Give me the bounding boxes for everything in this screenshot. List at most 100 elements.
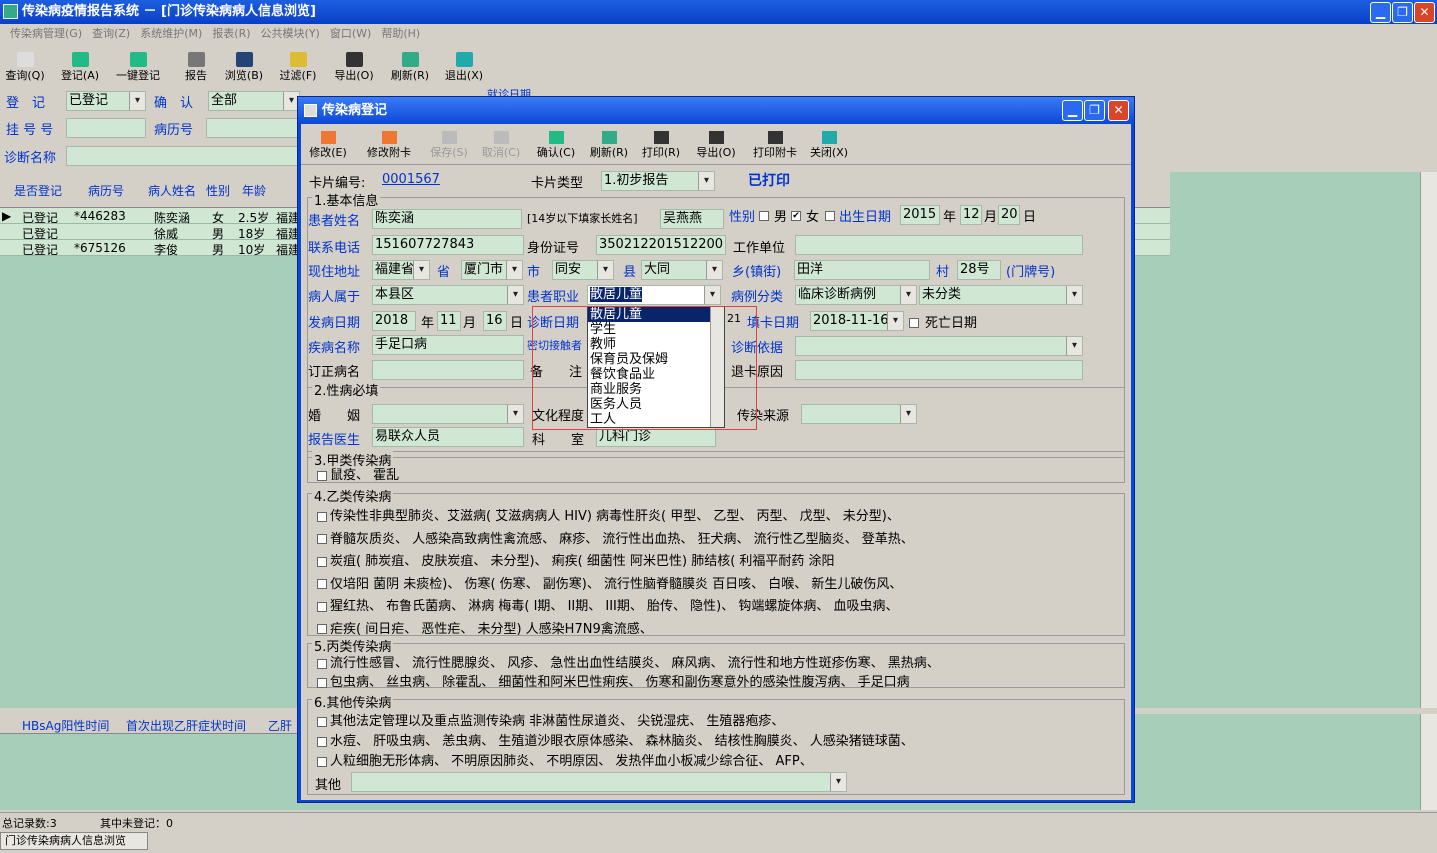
reg-select[interactable]: 已登记 xyxy=(66,91,146,111)
zhenduan-input[interactable] xyxy=(66,146,300,166)
source-select[interactable] xyxy=(801,404,917,424)
toolbar-button-2[interactable]: 一键登记 xyxy=(108,50,168,86)
menu-item[interactable]: 传染病管理(G) xyxy=(10,27,82,40)
menu-item[interactable]: 公共模块(Y) xyxy=(261,27,320,40)
checkbox[interactable] xyxy=(317,716,327,727)
checkbox[interactable] xyxy=(317,534,327,544)
female-checkbox[interactable]: ✔ xyxy=(791,208,804,222)
window-tab[interactable]: 门诊传染病病人信息浏览 xyxy=(0,832,148,850)
grid-header-cell[interactable]: 是否登记 xyxy=(14,182,62,199)
marry-select[interactable] xyxy=(372,404,524,424)
name-input[interactable]: 陈奕涵 xyxy=(372,209,522,229)
confirm-select[interactable]: 全部 xyxy=(208,91,300,111)
check-icon xyxy=(548,131,564,144)
checkbox[interactable] xyxy=(317,601,327,612)
hao-input[interactable] xyxy=(66,118,146,138)
section-std-title: 2.性病必填 xyxy=(312,380,381,399)
city-select[interactable]: 厦门市 xyxy=(461,260,523,280)
birth-month[interactable]: 12 xyxy=(960,205,982,225)
grid-header-cell[interactable]: 年龄 xyxy=(242,182,266,199)
lower-grid-header-cell[interactable]: 乙肝 xyxy=(268,717,292,734)
checkbox[interactable] xyxy=(317,579,327,589)
onset-day[interactable]: 16 xyxy=(483,311,507,331)
lower-grid-header-cell[interactable]: 首次出现乙肝症状时间 xyxy=(126,717,246,734)
dialog-toolbar-button-6[interactable]: 打印(R) xyxy=(637,130,685,164)
checkbox[interactable] xyxy=(317,658,327,669)
county-select[interactable]: 同安 xyxy=(552,260,614,280)
grid-header-cell[interactable]: 病人姓名 xyxy=(148,182,196,199)
revise-input[interactable] xyxy=(372,360,524,380)
toolbar-button-0[interactable]: 查询(Q) xyxy=(0,50,50,86)
basis-select[interactable] xyxy=(795,336,1083,356)
minimize-button[interactable]: ▁ xyxy=(1370,2,1391,23)
checkbox[interactable] xyxy=(317,736,327,747)
checkbox[interactable] xyxy=(317,624,327,634)
toolbar-button-8[interactable]: 退出(X) xyxy=(440,50,488,86)
dialog-toolbar-button-1[interactable]: 修改附卡 xyxy=(357,130,421,164)
province-select[interactable]: 福建省 xyxy=(372,260,430,280)
dialog-maximize-button[interactable]: ❐ xyxy=(1084,100,1105,121)
card-type-select[interactable]: 1.初步报告 xyxy=(601,171,715,191)
dialog-toolbar-button-5[interactable]: 刷新(R) xyxy=(585,130,633,164)
dialog-toolbar-button-4[interactable]: 确认(C) xyxy=(531,130,581,164)
menu-item[interactable]: 帮助(H) xyxy=(381,27,420,40)
dialog-toolbar-button-2[interactable]: 保存(S) xyxy=(425,130,473,164)
phone-input[interactable]: 151607727843 xyxy=(372,235,524,255)
bingli-input[interactable] xyxy=(206,118,300,138)
dialog-icon xyxy=(304,104,317,117)
job-select[interactable]: 散居儿童 xyxy=(587,285,721,305)
menu-item[interactable]: 查询(Z) xyxy=(92,27,130,40)
lower-grid-scrollbar[interactable] xyxy=(1420,714,1437,810)
case-select[interactable]: 临床诊断病例 xyxy=(795,285,917,305)
onset-month[interactable]: 11 xyxy=(437,311,461,331)
checkbox[interactable] xyxy=(317,511,327,522)
checkbox[interactable] xyxy=(317,677,327,688)
village-input[interactable]: 田洋 xyxy=(794,260,930,280)
grid-scrollbar[interactable] xyxy=(1420,172,1437,708)
toolbar-button-7[interactable]: 刷新(R) xyxy=(386,50,434,86)
id-input[interactable]: 350212201512200 xyxy=(596,235,726,255)
checkbox[interactable] xyxy=(317,756,327,767)
dialog-close-button[interactable]: ✕ xyxy=(1108,100,1129,121)
dept-input[interactable]: 儿科门诊 xyxy=(596,427,716,447)
male-checkbox[interactable] xyxy=(759,208,772,222)
birth-day[interactable]: 20 xyxy=(998,205,1020,225)
return-input[interactable] xyxy=(795,360,1083,380)
toolbar-button-3[interactable]: 报告 xyxy=(176,50,216,86)
toolbar-button-5[interactable]: 过滤(F) xyxy=(274,50,322,86)
death-checkbox[interactable] xyxy=(909,315,922,329)
birth-year[interactable]: 2015 xyxy=(900,205,940,225)
lower-grid-header-cell[interactable]: HBsAg阳性时间 xyxy=(22,717,109,734)
dialog-toolbar-button-7[interactable]: 导出(O) xyxy=(691,130,741,164)
checkbox[interactable] xyxy=(317,470,327,481)
belong-select[interactable]: 本县区 xyxy=(372,285,524,305)
dialog-toolbar-button-8[interactable]: 打印附卡 xyxy=(747,130,803,164)
menu-item[interactable]: 系统维护(M) xyxy=(140,27,202,40)
parent-input[interactable]: 吴燕燕 xyxy=(660,209,724,229)
toolbar-button-1[interactable]: 登记(A) xyxy=(56,50,104,86)
checkbox[interactable] xyxy=(317,556,327,567)
grid-header-cell[interactable]: 性别 xyxy=(206,182,230,199)
doctor-input[interactable]: 易联众人员 xyxy=(372,427,524,447)
toolbar-button-4[interactable]: 浏览(B) xyxy=(222,50,266,86)
menu-item[interactable]: 报表(R) xyxy=(212,27,250,40)
dialog-minimize-button[interactable]: ▁ xyxy=(1062,100,1083,121)
dialog-toolbar-button-3[interactable]: 取消(C) xyxy=(477,130,525,164)
disease-input[interactable]: 手足口病 xyxy=(372,335,524,355)
town-select[interactable]: 大同 xyxy=(641,260,723,280)
door-input[interactable]: 28号 xyxy=(957,260,1001,280)
other-select[interactable] xyxy=(351,772,847,792)
grid-header-cell[interactable]: 病历号 xyxy=(88,182,124,199)
menu-bar: 传染病管理(G) 查询(Z) 系统维护(M) 报表(R) 公共模块(Y) 窗口(W) 帮助(… xyxy=(0,24,1437,44)
menu-item[interactable]: 窗口(W) xyxy=(330,27,371,40)
dialog-toolbar-button-9[interactable]: 关闭(X) xyxy=(805,130,853,164)
close-button[interactable]: ✕ xyxy=(1414,2,1435,23)
birth-checkbox[interactable] xyxy=(825,208,838,222)
case2-select[interactable]: 未分类 xyxy=(919,285,1083,305)
dialog-toolbar-button-0[interactable]: 修改(E) xyxy=(303,130,353,164)
work-input[interactable] xyxy=(795,235,1083,255)
fill-date-select[interactable]: 2018-11-16 xyxy=(810,311,904,331)
maximize-button[interactable]: ❐ xyxy=(1392,2,1413,23)
toolbar-button-6[interactable]: 导出(O) xyxy=(330,50,378,86)
onset-year[interactable]: 2018 xyxy=(372,311,416,331)
